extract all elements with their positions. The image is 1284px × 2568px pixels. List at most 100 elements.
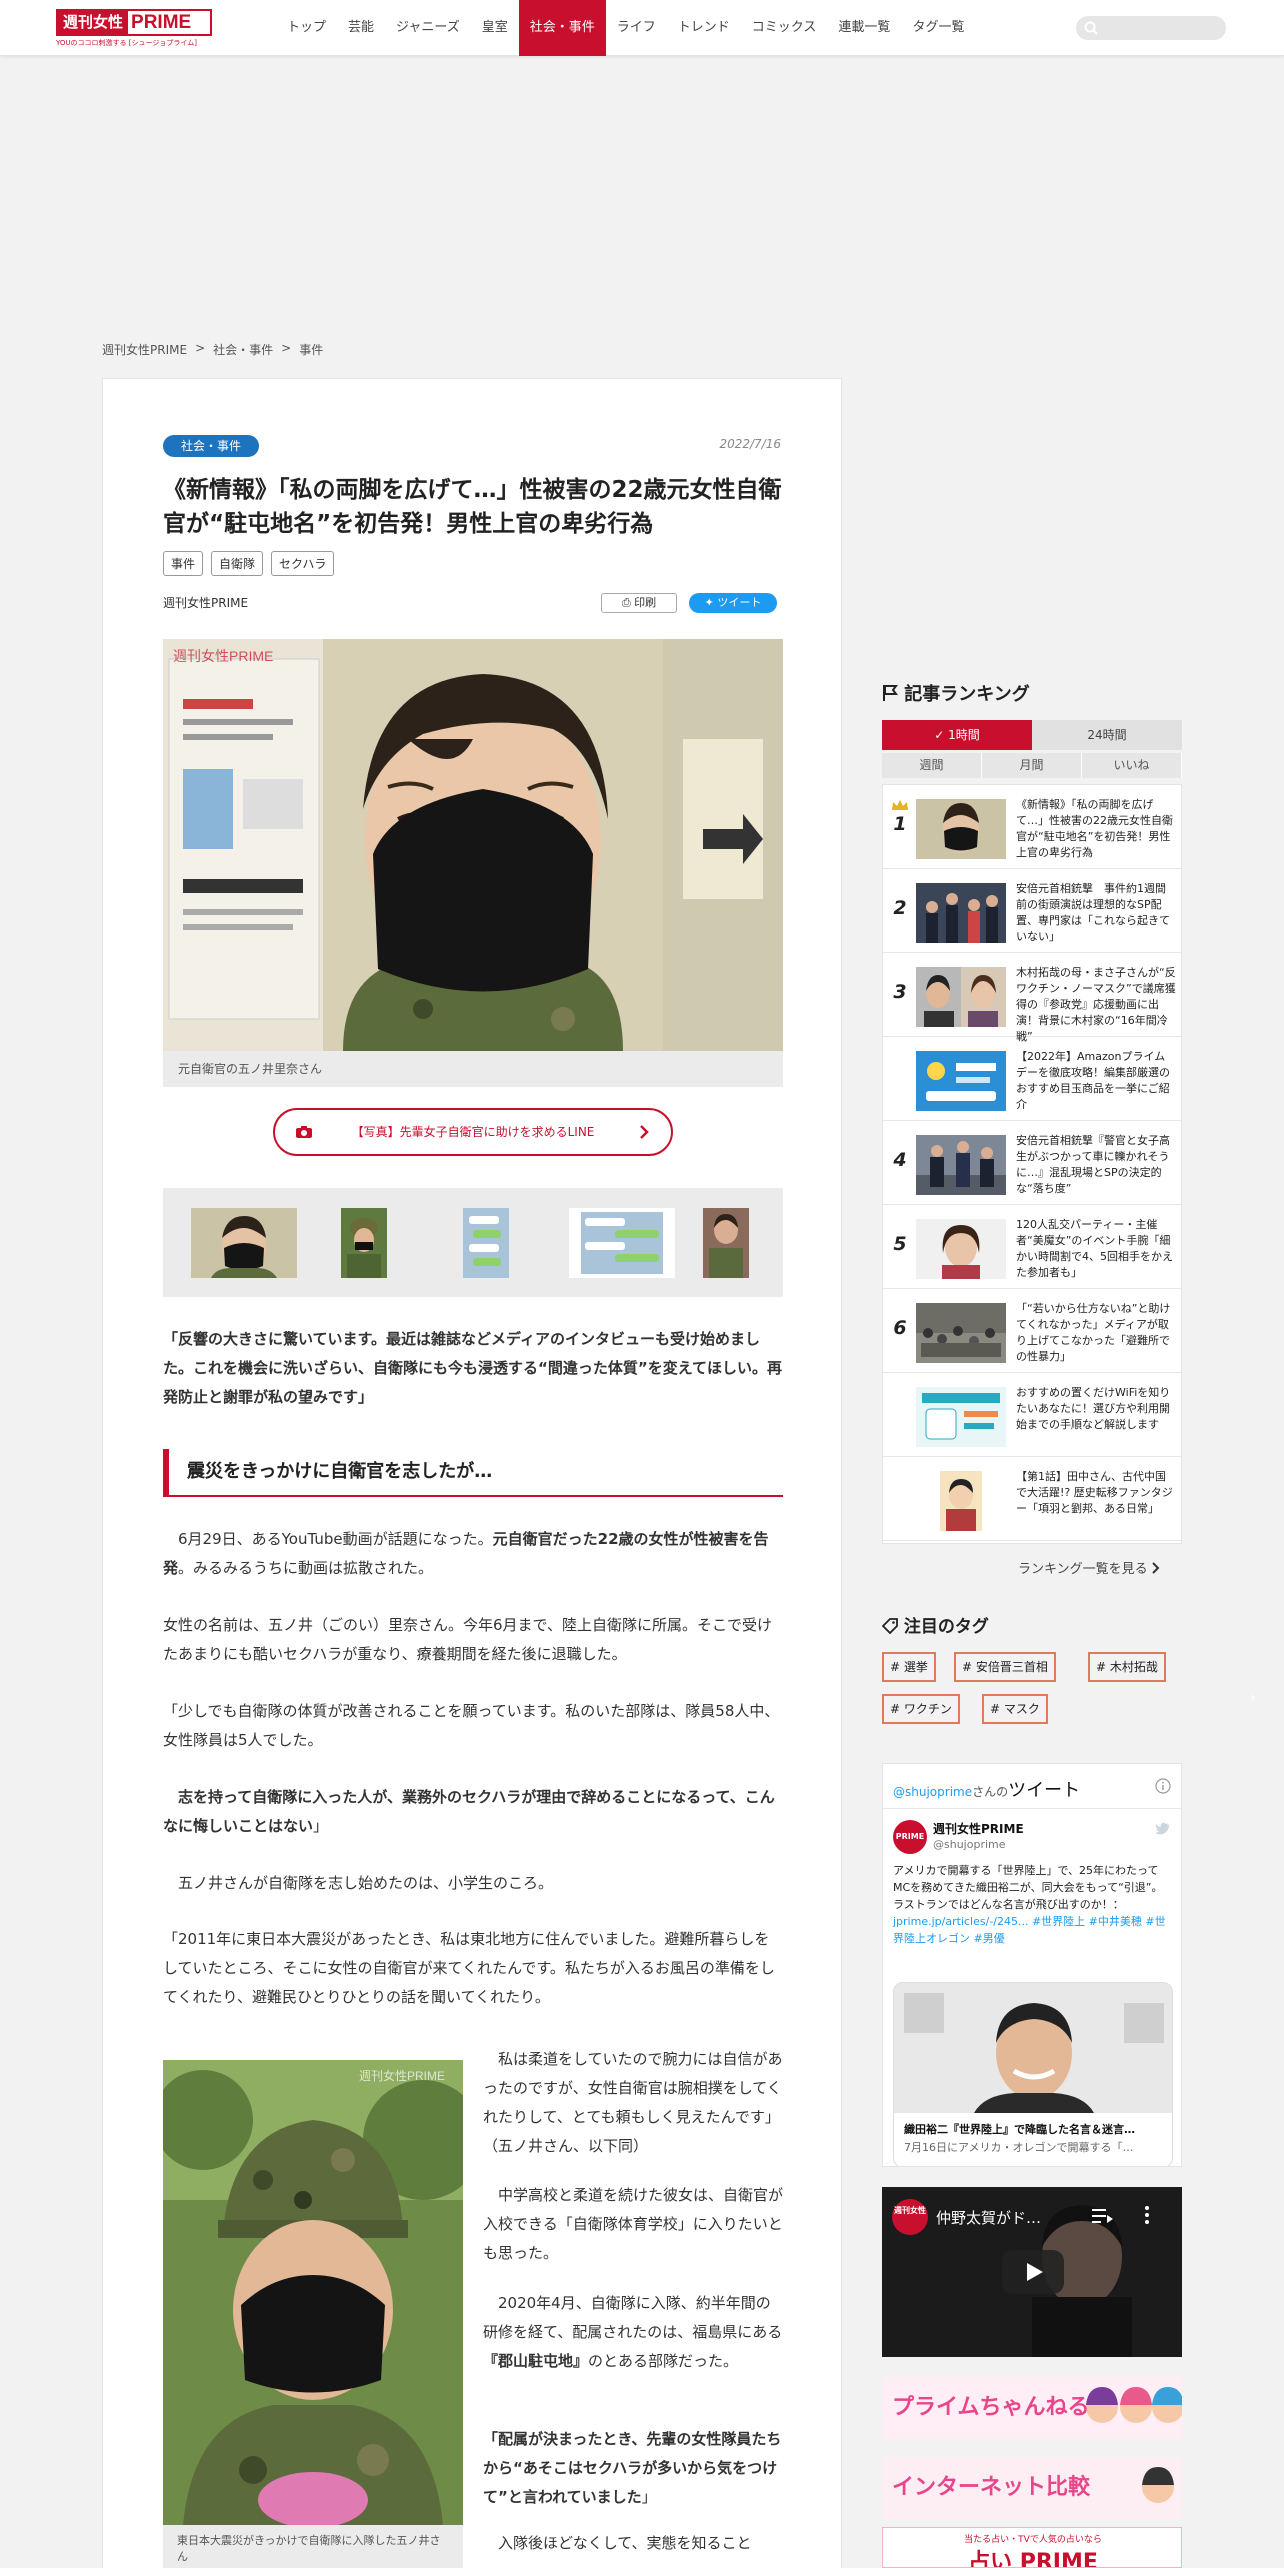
article-tag[interactable]: 事件 <box>163 551 204 576</box>
print-button[interactable]: ⎙ 印刷 <box>601 593 677 613</box>
paragraph-text: 2020年4月、自衛隊に入隊、約半年間の研修を経て、配属されたのは、福島県にある <box>483 2294 783 2341</box>
logo-tagline: YOUのココロ刺激する [シュージョプライム] <box>56 39 197 47</box>
paragraph-text: 6月29日、あるYouTube動画が話題になった。 <box>178 1530 493 1548</box>
hot-tag[interactable]: # 木村拓哉 <box>1088 1652 1166 1682</box>
photo-watermark: 週刊女性PRIME <box>359 2068 445 2083</box>
banner-prime-channel[interactable]: プライムちゃんねる <box>882 2377 1182 2439</box>
article-card: 社会・事件 2022/7/16 《新情報》「私の両脚を広げて…」性被害の22歳元… <box>102 378 842 2568</box>
banner-internet-compare[interactable]: インターネット比較 <box>882 2457 1182 2519</box>
rank-number: 4 <box>893 1149 907 1171</box>
tab-weekly[interactable]: 週間 <box>882 753 982 778</box>
twitter-bird-icon: ✦ <box>704 596 718 609</box>
playlist-icon[interactable] <box>1092 2207 1114 2225</box>
hot-tag[interactable]: # 安倍晋三首相 <box>954 1652 1056 1682</box>
ranking-item[interactable]: 【第1話】田中さん、古代中国で大活躍!? 歴史転移ファンタジー「項羽と劉邦、ある… <box>883 1457 1181 1541</box>
ranking-item[interactable]: 5 120人乱交パーティー・主催者“美魔女”のイベント手腕「細かい時間割で4、5… <box>883 1205 1181 1289</box>
ranking-thumbnail <box>916 1387 1006 1447</box>
ranking-title: 記事ランキング <box>904 684 1030 705</box>
breadcrumb-home[interactable]: 週刊女性PRIME <box>102 341 187 358</box>
article-paragraph: 五ノ井さんが自衛隊を志し始めたのは、小学生のころ。 <box>178 1874 554 1892</box>
nav-item-johnnys[interactable]: ジャニーズ <box>385 0 471 56</box>
main-nav: トップ 芸能 ジャニーズ 皇室 社会・事件 ライフ トレンド コミックス 連載一… <box>276 0 975 56</box>
tweet-account-name[interactable]: 週刊女性PRIME <box>933 1820 1024 1837</box>
ranking-thumbnail <box>916 1471 1006 1531</box>
tab-1-hour[interactable]: ✓ 1時間 <box>882 720 1032 750</box>
tab-label: 1時間 <box>948 728 980 742</box>
article-date: 2022/7/16 <box>719 437 781 451</box>
gallery-thumbnail-3[interactable] <box>463 1208 509 1278</box>
share-buttons: ⎙ 印刷 ✦ ツイート <box>601 593 777 613</box>
ranking-more-label: ランキング一覧を見る <box>1018 1562 1148 1577</box>
timeline-handle-suffix: さんの <box>972 1785 1009 1799</box>
nav-item-life[interactable]: ライフ <box>606 0 667 56</box>
ranking-item[interactable]: 6 「“若いから仕方ないね”と助けてくれなかった」メディアが取り上げてこなかった… <box>883 1289 1181 1373</box>
paragraph-bold-text: 志を持って自衛隊に入った人が、業務外のセクハラが理由で辞めることになるって、こん… <box>163 1788 775 1835</box>
main-article-photo[interactable]: 週刊女性PRIME <box>163 639 783 1051</box>
nav-item-series[interactable]: 連載一覧 <box>827 0 901 56</box>
rank-number: 6 <box>893 1317 907 1339</box>
ranking-item[interactable]: 2 安倍元首相銃撃 事件約1週間前の街頭演説は理想的なSP配置、専門家は「これな… <box>883 869 1181 953</box>
article-title: 《新情報》「私の両脚を広げて…」性被害の22歳元女性自衛官が“駐屯地名”を初告発… <box>163 477 782 537</box>
info-icon[interactable] <box>1155 1778 1171 1794</box>
inline-photo[interactable]: 週刊女性PRIME <box>163 2060 463 2525</box>
avatar[interactable]: PRIME <box>893 1820 927 1854</box>
ranking-item[interactable]: 4 安倍元首相銃撃『警官と女子高生がぶつかって車に轢かれそうに…』混乱現場とSP… <box>883 1121 1181 1205</box>
ranking-heading: 記事ランキング <box>882 680 1030 706</box>
banner-uranai-prime[interactable]: 当たる占い・TVで人気の占いなら 占い PRIME <box>882 2527 1182 2568</box>
tab-24-hours[interactable]: 24時間 <box>1032 720 1182 750</box>
ranking-subtabs: 週間 月間 いいね <box>882 753 1182 778</box>
site-logo[interactable]: 週刊女性 PRIME YOUのココロ刺激する [シュージョプライム] <box>56 9 212 47</box>
gallery-thumbnail-4[interactable] <box>569 1208 675 1278</box>
hot-tag[interactable]: # ワクチン <box>882 1694 960 1724</box>
tweet-label: ツイート <box>717 596 762 609</box>
gallery-thumbnail-5[interactable] <box>703 1208 749 1278</box>
article-paragraph: 私は柔道をしていたので腕力には自信があったのですが、女性自衛官は腕相撲をしてくれ… <box>483 2050 783 2155</box>
nav-item-entertainment[interactable]: 芸能 <box>337 0 385 56</box>
article-paragraph: 志を持って自衛隊に入った人が、業務外のセクハラが理由で辞めることになるって、こん… <box>163 1783 783 1841</box>
gallery-thumbnail-1[interactable] <box>191 1208 297 1278</box>
ranking-item-title: 《新情報》「私の両脚を広げて…」性被害の22歳元女性自衛官が“駐屯地名”を初告発… <box>1016 798 1173 859</box>
article-tag[interactable]: セクハラ <box>271 551 335 576</box>
category-badge[interactable]: 社会・事件 <box>163 435 260 457</box>
ranking-item[interactable]: 1 《新情報》「私の両脚を広げて…」性被害の22歳元女性自衛官が“駐屯地名”を初… <box>883 785 1181 869</box>
photo-gallery-button[interactable]: 【写真】先輩女子自衛官に助けを求めるLINE <box>273 1108 673 1156</box>
nav-item-society[interactable]: 社会・事件 <box>518 0 606 56</box>
ranking-more-link[interactable]: ランキング一覧を見る <box>1018 1558 1160 1577</box>
ranking-item-title: おすすめの置くだけWiFiを知りたいあなたに！選び方や利用開始までの手順など解説… <box>1016 1386 1171 1431</box>
breadcrumb-separator: > <box>195 341 206 355</box>
chevron-right-icon[interactable]: › <box>1250 1690 1256 1706</box>
article-paragraph: 女性の名前は、五ノ井（ごのい）里奈さん。今年6月まで、陸上自衛隊に所属。そこで受… <box>163 1616 772 1663</box>
tab-monthly[interactable]: 月間 <box>982 753 1082 778</box>
tweet-account-handle[interactable]: @shujoprime <box>933 1838 1006 1851</box>
search-input[interactable] <box>1076 16 1226 40</box>
lead-quote: 「反響の大きさに驚いています。最近は雑誌などメディアのインタビューも受け始めまし… <box>163 1330 782 1406</box>
tweet-link[interactable]: jprime.jp/articles/-/245... #世界陸上 #中井美穂 … <box>893 1915 1166 1945</box>
tweet-button[interactable]: ✦ ツイート <box>689 593 777 613</box>
gallery-thumbnail-2[interactable] <box>341 1208 387 1278</box>
breadcrumb: 週刊女性PRIME > 社会・事件 > 事件 <box>102 341 323 358</box>
ranking-item[interactable]: おすすめの置くだけWiFiを知りたいあなたに！選び方や利用開始までの手順など解説… <box>883 1373 1181 1457</box>
inline-photo-illustration: 週刊女性PRIME <box>163 2060 463 2525</box>
hot-tag[interactable]: # 選挙 <box>882 1652 936 1682</box>
logo-jp-text: 週刊女性 <box>58 11 129 34</box>
nav-item-comics[interactable]: コミックス <box>741 0 828 56</box>
nav-item-imperial[interactable]: 皇室 <box>471 0 519 56</box>
nav-item-tags[interactable]: タグ一覧 <box>901 0 975 56</box>
hot-tag[interactable]: # マスク <box>982 1694 1048 1724</box>
tab-likes[interactable]: いいね <box>1082 753 1182 778</box>
article-tag[interactable]: 自衛隊 <box>211 551 264 576</box>
video-player[interactable]: 週刊女性 仲野太賀がド… <box>882 2187 1182 2357</box>
channel-avatar[interactable]: 週刊女性 <box>892 2199 928 2235</box>
hot-tags-heading: 注目のタグ <box>881 1612 989 1637</box>
play-icon[interactable] <box>1002 2250 1064 2294</box>
ranking-item[interactable]: 3 木村拓哉の母・まさ子さんが“反ワクチン・ノーマスク”で議席獲得の『参政党』応… <box>883 953 1181 1043</box>
breadcrumb-category[interactable]: 社会・事件 <box>213 341 273 358</box>
breadcrumb-subcategory[interactable]: 事件 <box>299 341 323 358</box>
nav-item-top[interactable]: トップ <box>276 0 337 56</box>
nav-item-trend[interactable]: トレンド <box>667 0 741 56</box>
tweet-link-card[interactable]: 織田裕二『世界陸上』で降臨した名言＆迷言… 7月16日にアメリカ・オレゴンで開幕… <box>893 1982 1173 2166</box>
more-options-icon[interactable] <box>1144 2205 1150 2225</box>
ranking-item[interactable]: 【2022年】Amazonプライムデーを徹底攻略！編集部厳選のおすすめ目玉商品を… <box>883 1037 1181 1121</box>
video-title[interactable]: 仲野太賀がド… <box>936 2207 1041 2228</box>
timeline-handle-link[interactable]: @shujoprime <box>893 1785 972 1799</box>
